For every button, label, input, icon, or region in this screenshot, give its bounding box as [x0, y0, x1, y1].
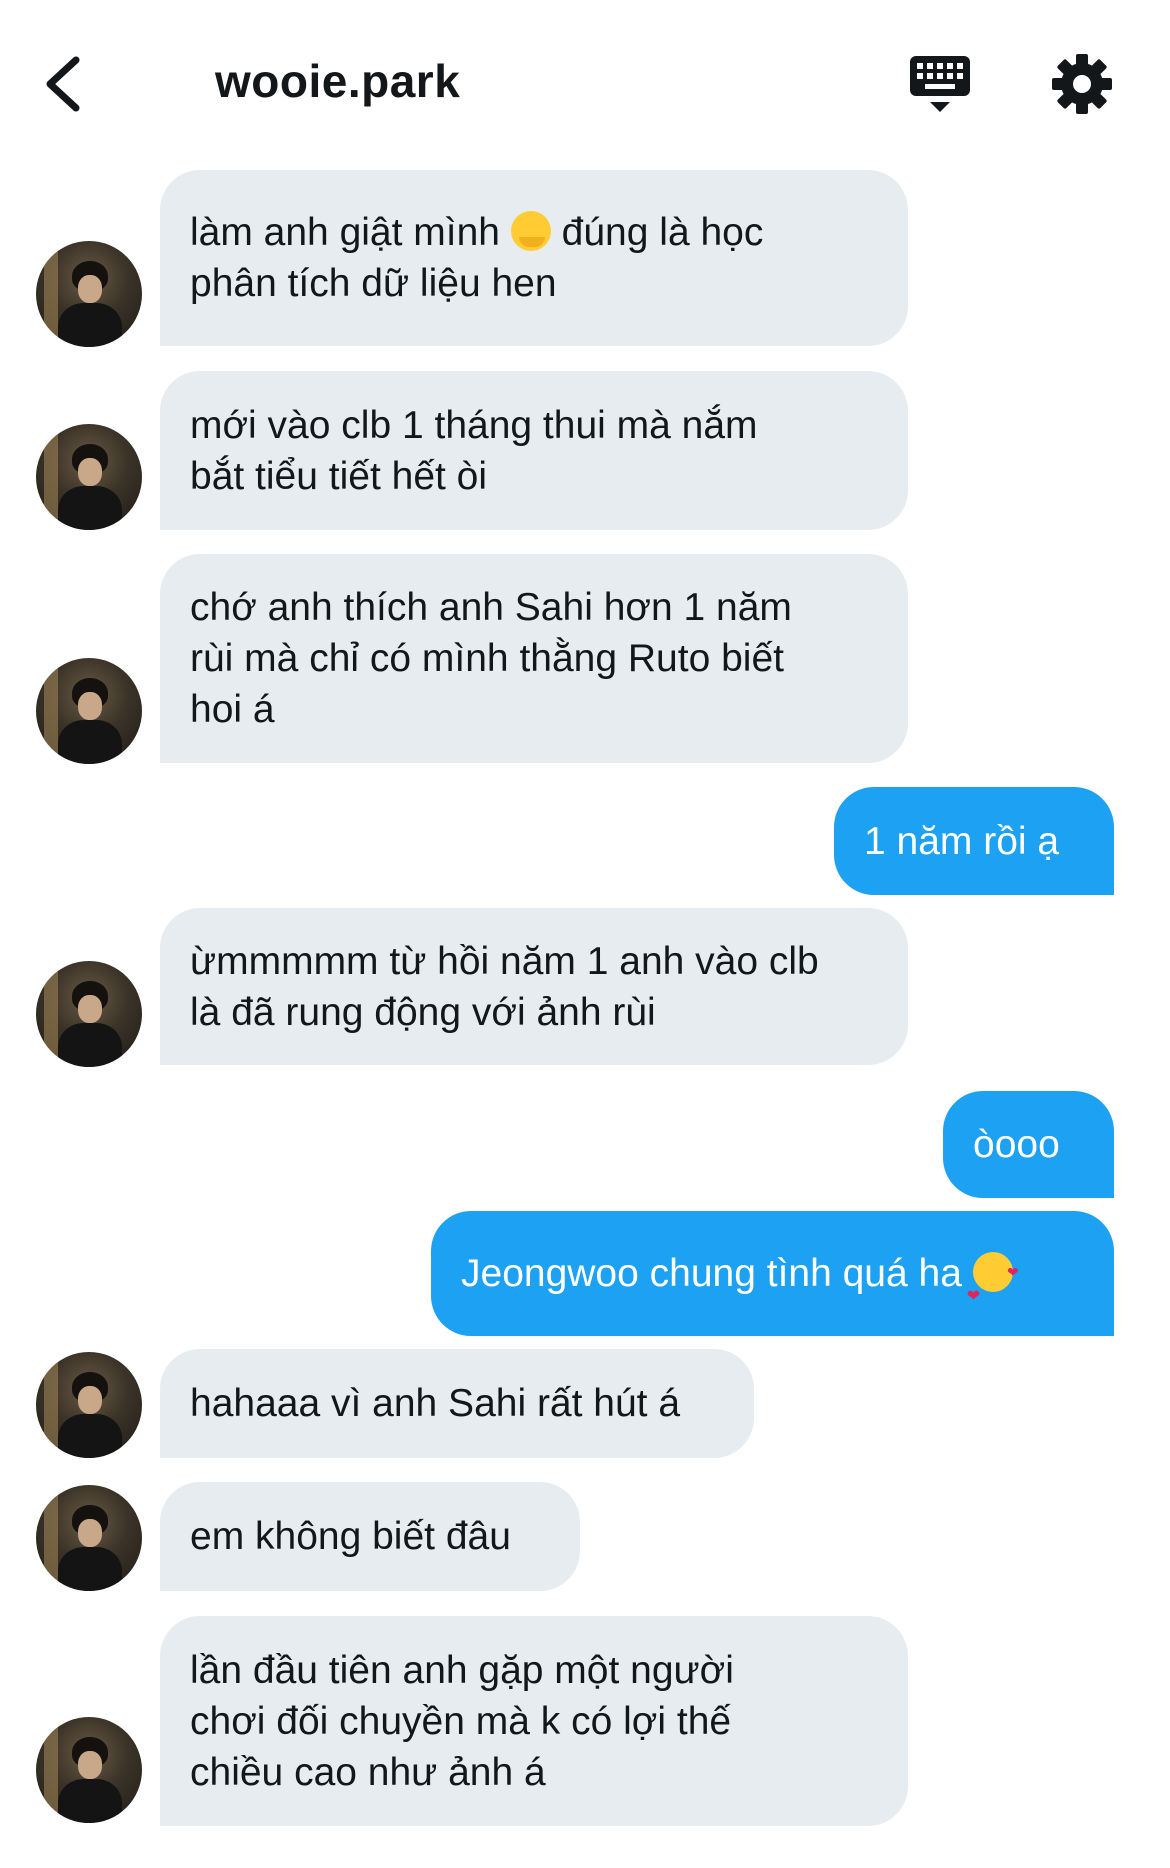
message-text: làm anh giật mình đúng là học phân tích …	[190, 207, 878, 309]
message-text: em không biết đâu	[190, 1515, 511, 1558]
message-bubble-incoming[interactable]: chớ anh thích anh Sahi hơn 1 năm rùi mà …	[160, 554, 908, 763]
avatar[interactable]	[36, 961, 142, 1067]
avatar[interactable]	[36, 1485, 142, 1591]
conversation-title[interactable]: wooie.park	[215, 54, 460, 108]
avatar[interactable]	[36, 658, 142, 764]
message-bubble-incoming[interactable]: ừmmmmm từ hồi năm 1 anh vào clb là đã ru…	[160, 908, 908, 1065]
message-text: lần đầu tiên anh gặp một người chơi đối …	[190, 1648, 734, 1794]
chevron-left-icon	[46, 56, 80, 112]
back-button[interactable]	[42, 52, 90, 116]
message-text-part: làm anh giật mình	[190, 211, 511, 254]
message-bubble-incoming[interactable]: em không biết đâu	[160, 1482, 580, 1591]
message-bubble-incoming[interactable]: lần đầu tiên anh gặp một người chơi đối …	[160, 1616, 908, 1826]
message-text-part: Jeongwoo chung tình quá ha	[461, 1252, 973, 1295]
keyboard-button[interactable]	[908, 52, 972, 116]
message-text: òooo	[973, 1123, 1060, 1166]
message-bubble-outgoing[interactable]: òooo	[943, 1091, 1114, 1198]
melting-face-emoji-icon	[510, 211, 551, 251]
avatar[interactable]	[36, 424, 142, 530]
message-text: ừmmmmm từ hồi năm 1 anh vào clb là đã ru…	[190, 939, 819, 1034]
gear-icon	[1052, 54, 1112, 114]
avatar[interactable]	[36, 1352, 142, 1458]
avatar[interactable]	[36, 1717, 142, 1823]
message-text: hahaaa vì anh Sahi rất hút á	[190, 1382, 681, 1425]
message-text: chớ anh thích anh Sahi hơn 1 năm rùi mà …	[190, 586, 792, 731]
message-bubble-outgoing[interactable]: 1 năm rồi ạ	[834, 787, 1114, 895]
message-text: Jeongwoo chung tình quá ha	[461, 1248, 1084, 1321]
keyboard-icon	[910, 56, 970, 112]
message-bubble-incoming[interactable]: hahaaa vì anh Sahi rất hút á	[160, 1349, 754, 1458]
settings-button[interactable]	[1050, 52, 1114, 116]
message-text: mới vào clb 1 tháng thui mà nắm bắt tiểu…	[190, 403, 758, 498]
chat-header: wooie.park	[0, 0, 1170, 160]
message-text: 1 năm rồi ạ	[864, 819, 1060, 863]
smiling-face-with-hearts-emoji-icon	[967, 1248, 1019, 1321]
message-bubble-incoming[interactable]: mới vào clb 1 tháng thui mà nắm bắt tiểu…	[160, 371, 908, 530]
message-bubble-incoming[interactable]: làm anh giật mình đúng là học phân tích …	[160, 170, 908, 346]
message-bubble-outgoing[interactable]: Jeongwoo chung tình quá ha	[431, 1211, 1114, 1336]
avatar[interactable]	[36, 241, 142, 347]
